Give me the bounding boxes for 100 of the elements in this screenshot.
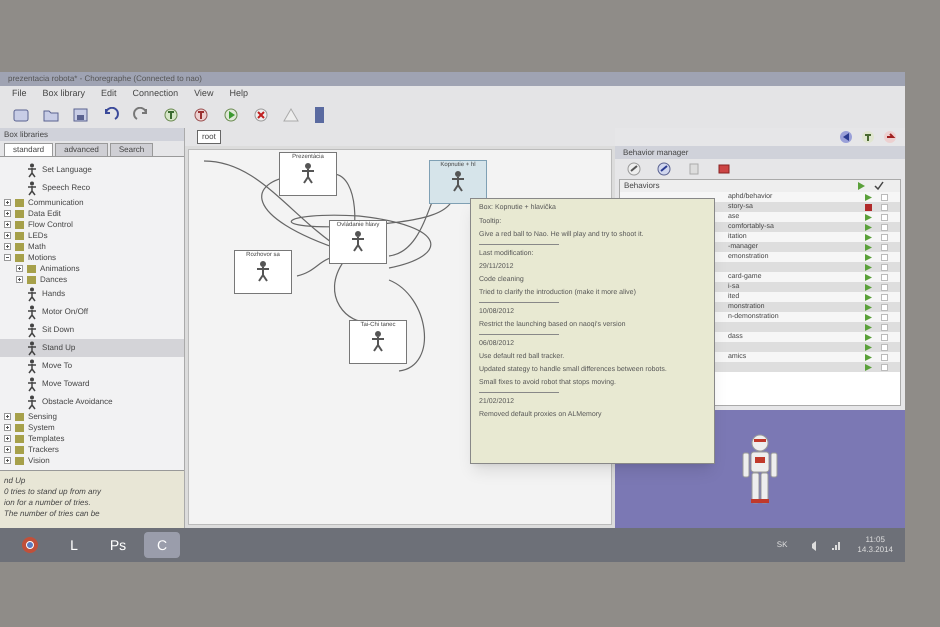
expand-icon[interactable]	[4, 435, 11, 442]
tree-item[interactable]: Templates	[28, 432, 64, 444]
checkbox[interactable]	[881, 254, 888, 260]
expand-icon[interactable]	[16, 276, 23, 283]
checkbox[interactable]	[881, 334, 888, 340]
disconnect-icon[interactable]	[883, 130, 897, 144]
stop-icon[interactable]	[252, 107, 270, 123]
checkbox[interactable]	[881, 364, 888, 370]
library-tab[interactable]: Search	[110, 143, 154, 156]
browser-icon	[21, 536, 39, 554]
expand-icon[interactable]	[4, 221, 11, 228]
tree-item[interactable]: Set Language	[42, 164, 92, 176]
figure-icon	[369, 330, 387, 352]
collapse-icon[interactable]	[4, 254, 11, 261]
checkbox[interactable]	[881, 274, 888, 280]
tree-item[interactable]: Obstacle Avoidance	[42, 396, 113, 408]
checkbox[interactable]	[881, 304, 888, 310]
connect-icon[interactable]	[861, 130, 875, 144]
tree-item[interactable]: Motions	[28, 252, 56, 264]
figure-icon[interactable]	[26, 322, 38, 338]
connect-icon[interactable]	[162, 107, 180, 123]
checkbox[interactable]	[881, 224, 888, 230]
tree-item[interactable]: Communication	[28, 196, 84, 208]
tree-item[interactable]: Sit Down	[42, 324, 74, 336]
panel-title: Box libraries	[4, 128, 48, 140]
checkbox[interactable]	[881, 234, 888, 240]
tree-item[interactable]: Stand Up	[42, 342, 76, 354]
taskbar-app[interactable]: Ps	[100, 532, 136, 558]
tree-item[interactable]: Vision	[28, 454, 50, 466]
tree-item[interactable]: Data Edit	[28, 208, 61, 220]
expand-icon[interactable]	[4, 232, 11, 239]
checkbox[interactable]	[881, 354, 888, 360]
checkbox[interactable]	[881, 284, 888, 290]
language-indicator[interactable]: SK	[776, 539, 788, 551]
tree-item[interactable]: Move Toward	[42, 378, 90, 390]
clock-time: 11:05	[865, 535, 885, 545]
play-icon[interactable]	[857, 181, 866, 191]
tree-item[interactable]: Dances	[40, 274, 68, 286]
window-title: prezentacia robota* - Choregraphe (Connected to nao)	[0, 72, 905, 86]
figure-icon[interactable]	[26, 394, 38, 410]
library-tab[interactable]: advanced	[55, 143, 108, 156]
figure-icon[interactable]	[26, 162, 38, 178]
expand-icon[interactable]	[4, 199, 11, 206]
disconnect-icon[interactable]	[192, 107, 210, 123]
panel-title: Behavior manager	[623, 146, 688, 158]
figure-icon[interactable]	[26, 358, 38, 374]
figure-icon	[349, 230, 367, 252]
stop-icon[interactable]	[864, 202, 873, 212]
warning-icon[interactable]	[282, 107, 300, 123]
checkbox[interactable]	[881, 204, 888, 210]
new-file-icon[interactable]	[12, 107, 30, 123]
tree-item[interactable]: Trackers	[28, 444, 59, 456]
tree-item[interactable]: Animations	[40, 262, 80, 274]
tree-item[interactable]: Move To	[42, 360, 72, 372]
checkbox[interactable]	[881, 214, 888, 220]
menu-item[interactable]: Edit	[101, 87, 117, 101]
column-header: Behaviors	[624, 180, 661, 192]
checkbox[interactable]	[881, 294, 888, 300]
expand-icon[interactable]	[16, 265, 23, 272]
menu-item[interactable]: Help	[229, 87, 248, 101]
menu-item[interactable]: View	[194, 87, 214, 101]
taskbar-app[interactable]: L	[56, 532, 92, 558]
tree-item[interactable]: Math	[28, 240, 46, 252]
expand-icon[interactable]	[4, 210, 11, 217]
figure-icon[interactable]	[26, 286, 38, 302]
description-text: 0 tries to stand up from any	[4, 486, 102, 497]
figure-icon[interactable]	[26, 180, 38, 196]
tree-item[interactable]: Flow Control	[28, 218, 73, 230]
tree-item[interactable]: Sensing	[28, 410, 57, 422]
breadcrumb-item[interactable]: root	[197, 130, 221, 144]
checkbox[interactable]	[881, 324, 888, 330]
figure-icon[interactable]	[26, 304, 38, 320]
library-tab[interactable]: standard	[4, 143, 54, 156]
checkmark-icon[interactable]	[874, 181, 884, 191]
checkbox[interactable]	[881, 244, 888, 250]
checkbox[interactable]	[881, 194, 888, 200]
tree-item[interactable]: Hands	[42, 288, 66, 300]
menu-item[interactable]: Connection	[132, 87, 178, 101]
tree-item[interactable]: LEDs	[28, 230, 48, 242]
figure-icon	[254, 260, 272, 282]
expand-icon[interactable]	[4, 413, 11, 420]
play-icon[interactable]	[222, 107, 240, 123]
tree-item[interactable]: Motor On/Off	[42, 306, 88, 318]
checkbox[interactable]	[881, 344, 888, 350]
expand-icon[interactable]	[4, 457, 11, 464]
robot-drawing	[740, 433, 780, 505]
document-icon[interactable]	[687, 162, 701, 176]
menu-item[interactable]: Box library	[42, 87, 86, 101]
tree-item[interactable]: System	[28, 422, 55, 434]
checkbox[interactable]	[881, 314, 888, 320]
checkbox[interactable]	[881, 264, 888, 270]
figure-icon[interactable]	[26, 340, 38, 356]
expand-icon[interactable]	[4, 424, 11, 431]
menu-item[interactable]: File	[12, 87, 27, 101]
expand-icon[interactable]	[4, 243, 11, 250]
figure-icon[interactable]	[26, 376, 38, 392]
tree-item[interactable]: Speech Reco	[42, 182, 90, 194]
expand-icon[interactable]	[4, 446, 11, 453]
clock-date: 14.3.2014	[857, 545, 893, 555]
save-icon[interactable]	[72, 107, 90, 123]
